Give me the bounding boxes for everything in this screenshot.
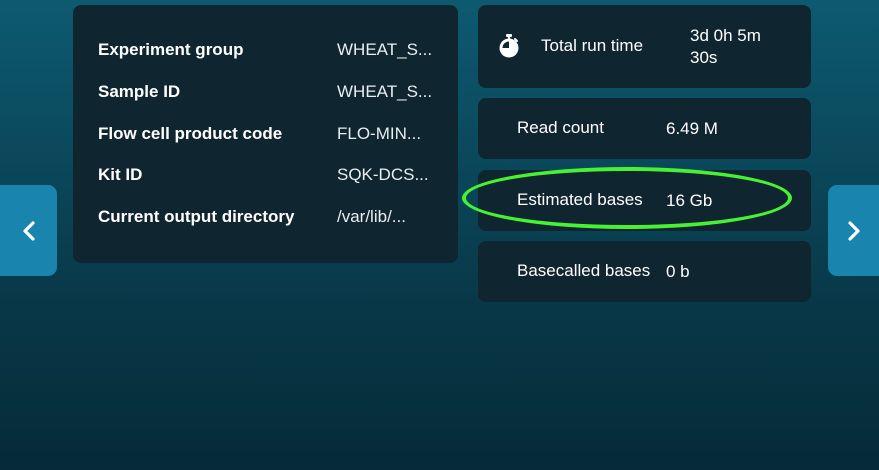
info-row-output-directory: Current output directory /var/lib/... [98,205,438,229]
info-value: WHEAT_S... [337,82,433,101]
info-label: Current output directory [98,207,295,226]
info-value: WHEAT_S... [337,40,433,59]
info-value: /var/lib/... [337,207,406,226]
next-page-button[interactable] [828,185,879,276]
info-label: Sample ID [98,82,181,101]
stat-label: Read count [517,118,604,137]
info-value: SQK-DCS... [337,165,429,184]
stat-value: 16 Gb [666,191,713,210]
basecalled-bases-card: Basecalled bases 0 b [478,241,811,302]
read-count-card: Read count 6.49 M [478,98,811,159]
info-label: Experiment group [98,40,244,59]
stat-label: Estimated bases [517,190,643,209]
stat-value: 30s [690,48,718,67]
run-time-card: Total run time 3d 0h 5m 30s [478,5,811,88]
stat-label: Total run time [541,36,644,55]
chevron-left-icon [22,220,35,241]
info-row-flow-cell-product-code: Flow cell product code FLO-MIN... [98,122,438,146]
stat-value: 0 b [666,262,690,281]
estimated-bases-card: Estimated bases 16 Gb [478,170,811,231]
stopwatch-icon [499,34,519,58]
chevron-right-icon [847,220,860,241]
info-row-experiment-group: Experiment group WHEAT_S... [98,38,438,62]
info-value: FLO-MIN... [337,124,422,143]
stat-value: 3d 0h 5m [690,26,761,45]
info-label: Kit ID [98,165,143,184]
stat-value: 6.49 M [666,119,718,138]
run-info-panel: Experiment group WHEAT_S... Sample ID WH… [73,5,458,263]
stat-label: Basecalled bases [517,261,651,280]
info-row-kit-id: Kit ID SQK-DCS... [98,163,438,187]
info-row-sample-id: Sample ID WHEAT_S... [98,80,438,104]
info-label: Flow cell product code [98,124,283,143]
previous-page-button[interactable] [0,185,57,276]
